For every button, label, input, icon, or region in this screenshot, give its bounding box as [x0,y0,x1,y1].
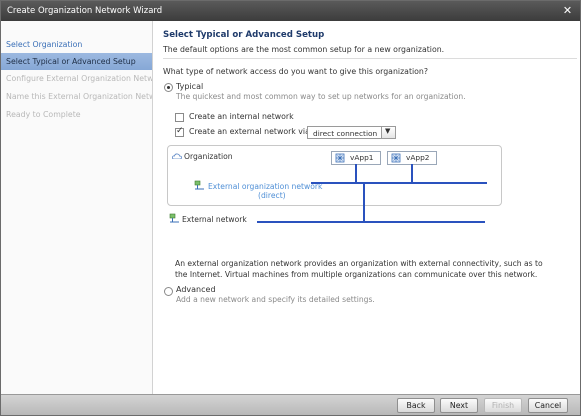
dropdown-button[interactable]: ▼ [381,127,395,138]
vapp2-connector [411,164,413,183]
internal-network-label[interactable]: Create an internal network [189,112,294,121]
wizard-steps-sidebar: Select Organization Select Typical or Ad… [1,21,153,394]
direct-connection-line [363,182,365,223]
vapp-icon [335,153,345,163]
window-title: Create Organization Network Wizard [7,6,163,16]
network-access-question: What type of network access do you want … [163,67,429,76]
finish-button: Finish [484,398,522,413]
organization-label: Organization [184,152,233,161]
connection-type-value: direct connection [313,129,378,138]
vapp-icon [391,153,401,163]
wizard-window: Create Organization Network Wizard ✕ Sel… [0,0,581,416]
cloud-icon [172,153,182,159]
wizard-content: Select Typical or Advanced Setup The def… [153,21,580,394]
vapp1-connector [355,164,357,183]
chevron-down-icon: ▼ [385,127,391,135]
step-configure-external-network: Configure External Organization Network [6,74,152,83]
advanced-label[interactable]: Advanced [176,285,216,294]
typical-label[interactable]: Typical [176,82,203,91]
page-subtitle: The default options are the most common … [163,45,445,54]
vapp1-node: vApp1 [331,151,381,165]
network-diagram: Organization vApp1 vApp2 External organi… [167,145,504,240]
external-network-icon [169,213,179,223]
page-title: Select Typical or Advanced Setup [163,30,325,40]
advanced-radio[interactable] [164,287,173,296]
external-network-description: An external organization network provide… [175,259,543,279]
step-ready-to-complete: Ready to Complete [6,110,81,119]
org-network-icon [194,180,204,190]
external-org-network-type: (direct) [258,191,286,200]
typical-radio[interactable] [164,83,173,92]
back-button[interactable]: Back [397,398,435,413]
external-org-network-label: External organization network [208,182,323,191]
vapp2-node: vApp2 [387,151,437,165]
step-name-external-network: Name this External Organization Network [6,92,152,101]
advanced-description: Add a new network and specify its detail… [176,295,375,304]
typical-description: The quickest and most common way to set … [176,92,466,101]
external-network-checkbox[interactable] [175,126,184,137]
header-divider [163,58,577,59]
next-button[interactable]: Next [440,398,478,413]
org-network-line [311,182,487,184]
title-bar: Create Organization Network Wizard ✕ [1,1,580,21]
wizard-footer: Back Next Finish Cancel [1,394,580,415]
external-network-label[interactable]: Create an external network via: [189,127,312,136]
external-network-line [257,221,485,223]
vapp2-label: vApp2 [406,153,430,162]
connection-type-select[interactable]: direct connection ▼ [307,126,396,139]
internal-network-checkbox[interactable] [175,113,184,122]
organization-box: Organization vApp1 vApp2 External organi… [167,145,502,206]
close-icon[interactable]: ✕ [561,4,574,17]
step-select-setup[interactable]: Select Typical or Advanced Setup [1,53,152,70]
vapp1-label: vApp1 [350,153,374,162]
step-select-organization[interactable]: Select Organization [1,36,152,53]
external-network-label: External network [182,215,247,224]
cancel-button[interactable]: Cancel [528,398,568,413]
